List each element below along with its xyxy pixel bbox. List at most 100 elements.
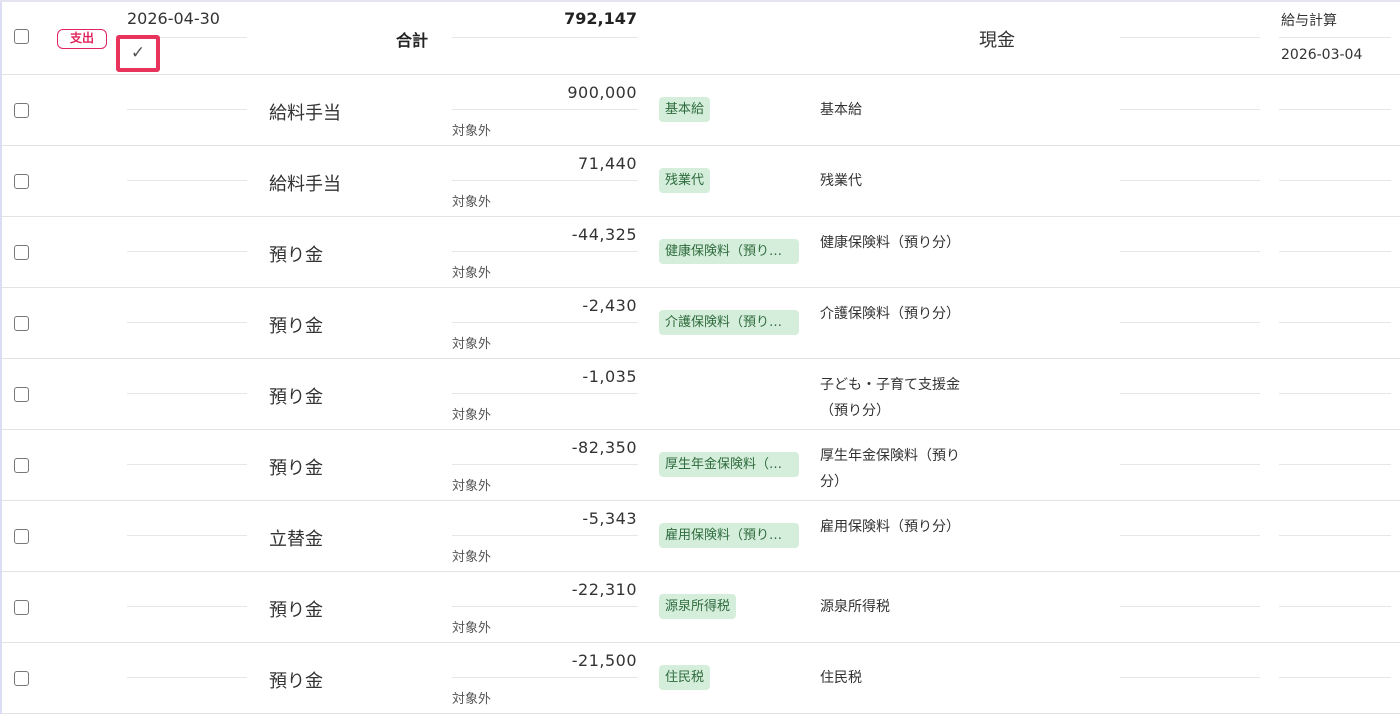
tax-category[interactable]: 対象外: [452, 404, 491, 423]
journal-line-row[interactable]: 預り金 -82,350 対象外 厚生年金保険料（預り分） 厚生年金保険料（預り分…: [2, 430, 1400, 501]
row-checkbox[interactable]: [14, 600, 29, 615]
account-name[interactable]: 預り金: [269, 312, 323, 338]
divider: [1279, 322, 1391, 323]
journal-line-row[interactable]: 給料手当 900,000 対象外 基本給 基本給: [2, 75, 1400, 146]
divider: [452, 464, 638, 465]
tax-category[interactable]: 対象外: [452, 688, 491, 707]
divider: [1279, 464, 1391, 465]
line-memo[interactable]: 基本給: [820, 97, 970, 123]
divider: [1279, 251, 1391, 252]
source-date: 2026-03-04: [1281, 47, 1363, 63]
journal-line-row[interactable]: 預り金 -21,500 対象外 住民税 住民税: [2, 643, 1400, 714]
divider: [127, 535, 247, 536]
divider: [452, 393, 638, 394]
line-amount[interactable]: 71,440: [578, 154, 637, 173]
line-memo[interactable]: 健康保険料（預り分）: [820, 230, 970, 256]
tax-category[interactable]: 対象外: [452, 617, 491, 636]
journal-summary-row: 支出 2026-04-30 ✓ 合計 792,147 現金 給与計算 2026-…: [2, 0, 1400, 75]
divider: [452, 677, 638, 678]
divider: [452, 180, 638, 181]
divider: [452, 251, 638, 252]
row-checkbox[interactable]: [14, 387, 29, 402]
line-memo[interactable]: 介護保険料（預り分）: [820, 301, 970, 327]
account-name[interactable]: 預り金: [269, 667, 323, 693]
row-checkbox[interactable]: [14, 245, 29, 260]
journal-line-row[interactable]: 預り金 -1,035 対象外 子ども・子育て支援金（預り分）: [2, 359, 1400, 430]
account-name[interactable]: 預り金: [269, 454, 323, 480]
divider: [1279, 37, 1391, 38]
divider: [452, 37, 638, 38]
row-checkbox[interactable]: [14, 671, 29, 686]
line-amount[interactable]: -21,500: [572, 651, 637, 670]
divider: [452, 535, 638, 536]
item-tag[interactable]: 雇用保険料（預り分）: [659, 523, 799, 548]
journal-line-row[interactable]: 預り金 -44,325 対象外 健康保険料（預り分） 健康保険料（預り分）: [2, 217, 1400, 288]
line-amount[interactable]: -2,430: [582, 296, 637, 315]
divider: [452, 322, 638, 323]
divider: [1279, 393, 1391, 394]
tax-category[interactable]: 対象外: [452, 120, 491, 139]
tax-category[interactable]: 対象外: [452, 546, 491, 565]
line-memo[interactable]: 子ども・子育て支援金（預り分）: [820, 372, 970, 424]
row-checkbox[interactable]: [14, 316, 29, 331]
check-icon: ✓: [130, 43, 146, 63]
line-memo[interactable]: 厚生年金保険料（預り分）: [820, 443, 970, 495]
journal-line-row[interactable]: 預り金 -2,430 対象外 介護保険料（預り分） 介護保険料（預り分）: [2, 288, 1400, 359]
item-tag[interactable]: 源泉所得税: [659, 594, 737, 619]
divider: [1279, 606, 1391, 607]
divider: [1279, 109, 1391, 110]
expense-type-badge[interactable]: 支出: [57, 29, 107, 49]
line-memo[interactable]: 源泉所得税: [820, 594, 970, 620]
divider: [1279, 535, 1391, 536]
item-tag[interactable]: 残業代: [659, 168, 711, 193]
tax-category[interactable]: 対象外: [452, 262, 491, 281]
account-name[interactable]: 預り金: [269, 596, 323, 622]
divider: [452, 606, 638, 607]
line-memo[interactable]: 雇用保険料（預り分）: [820, 514, 970, 540]
divider: [1120, 606, 1260, 607]
account-name[interactable]: 給料手当: [269, 99, 341, 125]
item-tag[interactable]: 基本給: [659, 97, 711, 122]
select-all-checkbox[interactable]: [14, 29, 29, 44]
divider: [127, 180, 247, 181]
divider: [1120, 535, 1260, 536]
line-amount[interactable]: -1,035: [582, 367, 637, 386]
tax-category[interactable]: 対象外: [452, 191, 491, 210]
row-checkbox[interactable]: [14, 103, 29, 118]
row-checkbox[interactable]: [14, 529, 29, 544]
divider: [452, 109, 638, 110]
row-checkbox[interactable]: [14, 458, 29, 473]
line-amount[interactable]: 900,000: [567, 83, 637, 102]
settled-check-button[interactable]: ✓: [116, 35, 160, 72]
line-amount[interactable]: -22,310: [572, 580, 637, 599]
journal-line-row[interactable]: 立替金 -5,343 対象外 雇用保険料（預り分） 雇用保険料（預り分）: [2, 501, 1400, 572]
journal-line-row[interactable]: 預り金 -22,310 対象外 源泉所得税 源泉所得税: [2, 572, 1400, 643]
item-tag[interactable]: 健康保険料（預り分）: [659, 239, 799, 264]
line-amount[interactable]: -44,325: [572, 225, 637, 244]
divider: [127, 606, 247, 607]
divider: [1120, 251, 1260, 252]
wallet-name[interactable]: 現金: [979, 26, 1015, 52]
line-memo[interactable]: 残業代: [820, 168, 970, 194]
divider: [1120, 677, 1260, 678]
source-label: 給与計算: [1281, 13, 1337, 29]
account-name[interactable]: 預り金: [269, 383, 323, 409]
journal-line-row[interactable]: 給料手当 71,440 対象外 残業代 残業代: [2, 146, 1400, 217]
item-tag[interactable]: 厚生年金保険料（預り分）: [659, 452, 799, 477]
line-memo[interactable]: 住民税: [820, 665, 970, 691]
tax-category[interactable]: 対象外: [452, 333, 491, 352]
account-name[interactable]: 立替金: [269, 525, 323, 551]
tax-category[interactable]: 対象外: [452, 475, 491, 494]
item-tag[interactable]: 住民税: [659, 665, 711, 690]
summary-account-label: 合計: [396, 31, 429, 50]
row-checkbox[interactable]: [14, 174, 29, 189]
item-tag[interactable]: 介護保険料（預り分）: [659, 310, 799, 335]
account-name[interactable]: 給料手当: [269, 170, 341, 196]
line-amount[interactable]: -5,343: [582, 509, 637, 528]
divider: [1120, 464, 1260, 465]
divider: [1279, 677, 1391, 678]
divider: [127, 251, 247, 252]
account-name[interactable]: 預り金: [269, 241, 323, 267]
transaction-date[interactable]: 2026-04-30: [127, 9, 220, 28]
line-amount[interactable]: -82,350: [572, 438, 637, 457]
